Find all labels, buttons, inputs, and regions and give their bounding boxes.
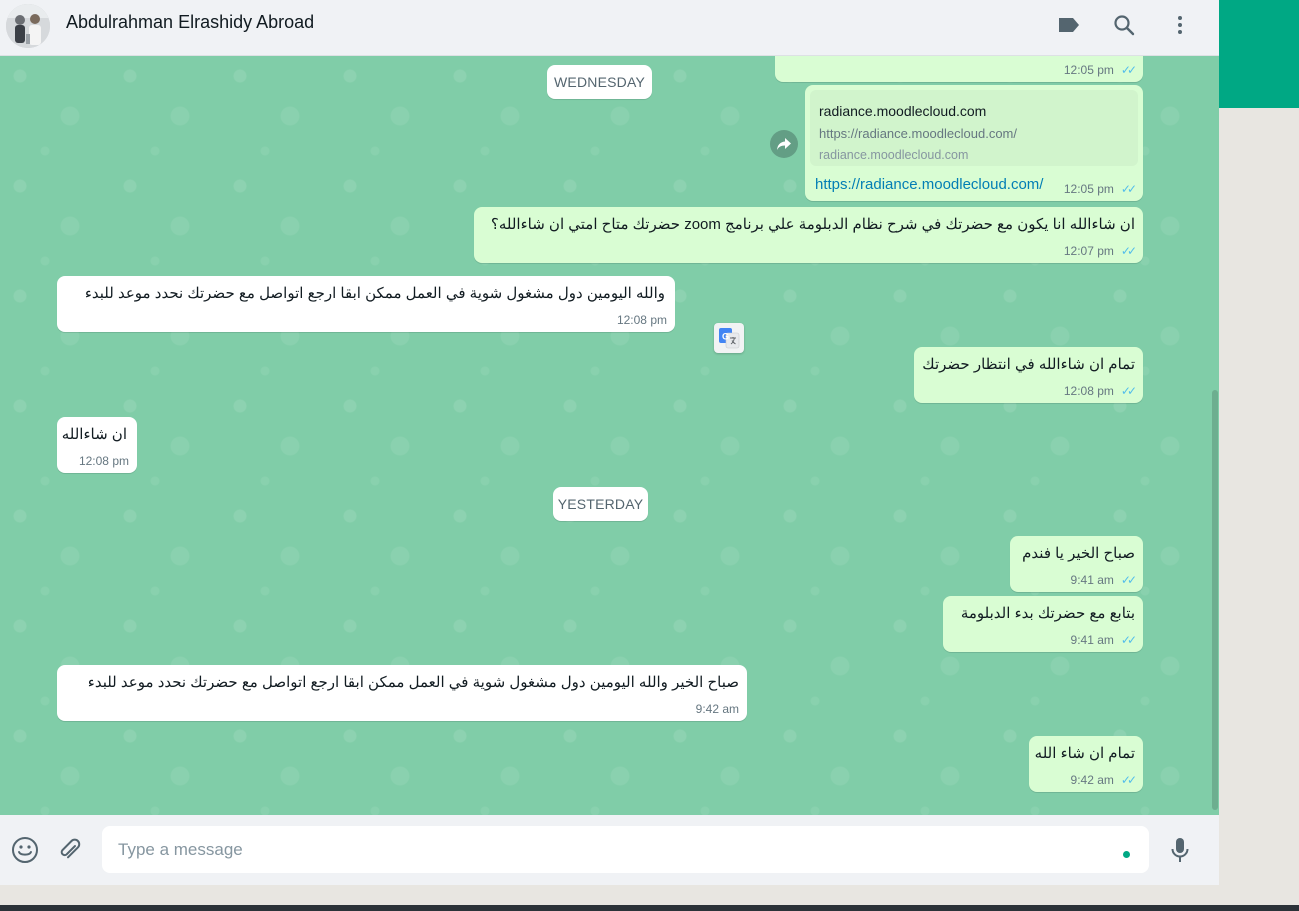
message-meta: 9:42 am ✓✓ [1070,773,1138,787]
message-time: 12:05 pm [1063,63,1114,77]
read-receipt-icon: ✓✓ [1120,633,1137,647]
svg-text:G: G [722,332,729,342]
taskbar-edge [0,905,1299,911]
link-preview-description: https://radiance.moodlecloud.com/ [819,126,1017,141]
avatar-photo [6,4,50,48]
message-time: 12:08 pm [1063,384,1114,398]
label-icon[interactable] [1054,10,1084,40]
read-receipt-icon: ✓✓ [1120,384,1137,398]
message-bubble-outgoing[interactable]: radiance.moodlecloud.com https://radianc… [805,85,1143,201]
message-text: ان شاءالله انا يكون مع حضرتك في شرح نظام… [490,216,1135,233]
message-meta: 12:07 pm ✓✓ [1063,244,1137,258]
link-preview-title: radiance.moodlecloud.com [819,103,987,119]
chat-scrollbar[interactable] [1212,390,1218,810]
message-time: 9:42 am [695,702,739,716]
message-time: 9:41 am [1070,633,1114,647]
contact-name[interactable]: Abdulrahman Elrashidy Abroad [66,12,314,33]
background-accent-strip [1219,0,1299,108]
message-link[interactable]: https://radiance.moodlecloud.com/ [815,176,1043,193]
message-text: صباح الخير والله اليومين دول مشغول شوية … [87,674,739,691]
whatsapp-window: Abdulrahman Elrashidy Abroad 12:05 pm ✓✓… [0,0,1219,885]
message-bubble-outgoing[interactable]: ان شاءالله انا يكون مع حضرتك في شرح نظام… [474,207,1143,263]
message-meta: 12:08 pm ✓✓ [1063,384,1137,398]
message-bubble-incoming[interactable]: والله اليومين دول مشغول شوية في العمل مم… [57,276,675,332]
message-time: 9:42 am [1070,773,1114,787]
search-icon[interactable] [1109,10,1139,40]
message-text: تمام ان شاءالله في انتظار حضرتك [922,356,1135,373]
link-preview-domain: radiance.moodlecloud.com [819,148,969,162]
message-list[interactable]: 12:05 pm ✓✓ WEDNESDAY radiance.moodleclo… [0,56,1219,815]
message-bubble-outgoing[interactable]: بتابع مع حضرتك بدء الدبلومة 9:41 am ✓✓ [943,596,1143,652]
message-time: 9:41 am [1070,573,1114,587]
read-receipt-icon: ✓✓ [1120,573,1137,587]
message-bubble-incoming[interactable]: ان شاءالله 12:08 pm [57,417,137,473]
message-bubble-outgoing[interactable]: 12:05 pm ✓✓ [775,56,1143,82]
day-separator: WEDNESDAY [547,65,652,99]
message-time: 12:05 pm [1063,182,1114,196]
forward-icon[interactable] [770,130,798,158]
menu-icon[interactable] [1165,10,1195,40]
message-meta: 12:05 pm ✓✓ [1063,63,1137,77]
message-text: ان شاءالله [61,426,127,443]
mic-icon[interactable] [1165,835,1195,865]
message-time: 12:08 pm [78,454,129,468]
read-receipt-icon: ✓✓ [1120,63,1137,77]
message-time: 12:07 pm [1063,244,1114,258]
message-input[interactable] [102,826,1149,873]
message-text: صباح الخير يا فندم [1022,545,1135,562]
google-translate-icon[interactable]: G [714,323,744,353]
message-meta: 12:05 pm ✓✓ [1063,182,1137,196]
read-receipt-icon: ✓✓ [1120,773,1137,787]
avatar[interactable] [6,4,50,48]
message-text: والله اليومين دول مشغول شوية في العمل مم… [84,285,665,302]
day-separator: YESTERDAY [553,487,648,521]
emoji-icon[interactable] [10,835,40,865]
link-preview[interactable]: radiance.moodlecloud.com https://radianc… [810,90,1138,166]
composer [0,815,1219,885]
message-bubble-outgoing[interactable]: تمام ان شاءالله في انتظار حضرتك 12:08 pm… [914,347,1143,403]
chat-header: Abdulrahman Elrashidy Abroad [0,0,1219,56]
background-panel [1219,108,1299,905]
message-meta: 12:08 pm [79,454,129,468]
grammar-indicator [1123,851,1130,858]
attach-icon[interactable] [54,835,84,865]
message-text: تمام ان شاء الله [1034,745,1135,762]
message-meta: 12:08 pm [617,313,667,327]
read-receipt-icon: ✓✓ [1120,244,1137,258]
read-receipt-icon: ✓✓ [1120,182,1137,196]
message-meta: 9:41 am ✓✓ [1070,633,1138,647]
message-meta: 9:42 am [696,702,739,716]
message-bubble-outgoing[interactable]: تمام ان شاء الله 9:42 am ✓✓ [1029,736,1143,792]
message-bubble-incoming[interactable]: صباح الخير والله اليومين دول مشغول شوية … [57,665,747,721]
message-bubble-outgoing[interactable]: صباح الخير يا فندم 9:41 am ✓✓ [1010,536,1143,592]
message-meta: 9:41 am ✓✓ [1070,573,1138,587]
message-text: بتابع مع حضرتك بدء الدبلومة [960,605,1135,622]
message-time: 12:08 pm [616,313,667,327]
